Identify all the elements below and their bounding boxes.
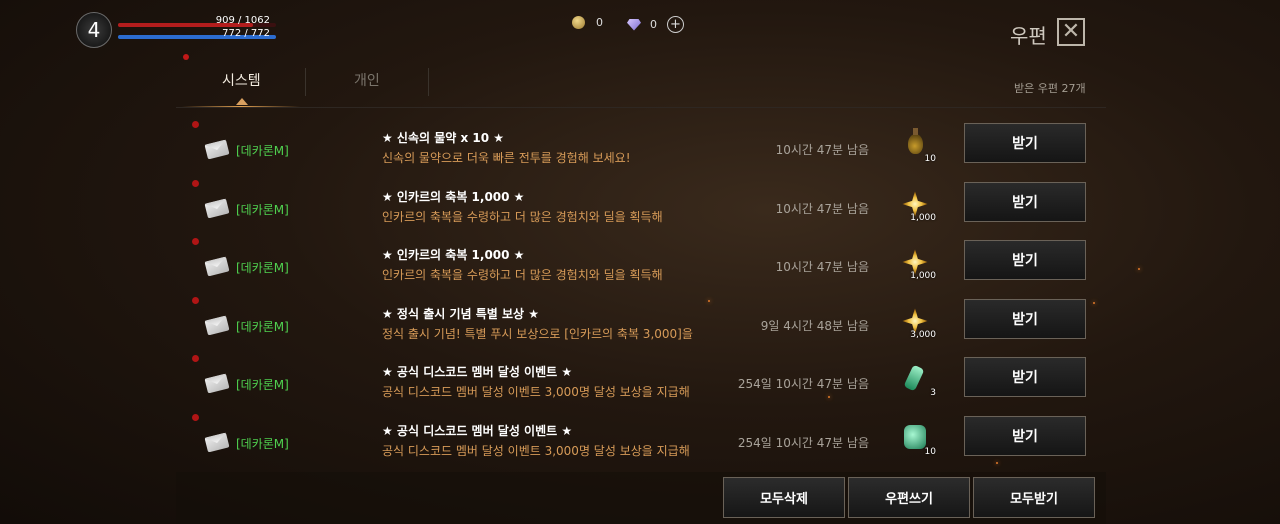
tab-divider (305, 68, 306, 96)
receive-button[interactable]: 받기 (964, 240, 1086, 280)
tab-divider (428, 68, 429, 96)
mail-sender: [데카론M] (236, 261, 289, 275)
envelope-icon (204, 373, 230, 394)
unread-dot (192, 121, 199, 128)
mail-description: 정식 출시 기념! 특별 푸시 보상으로 [인카르의 축복 3,000]을 (382, 327, 693, 341)
mail-expiry: 254일 10시간 47분 남음 (737, 377, 869, 391)
envelope-icon (204, 198, 230, 219)
receive-button[interactable]: 받기 (964, 123, 1086, 163)
gold-amount: 0 (596, 16, 603, 29)
item-quantity: 3,000 (910, 330, 936, 340)
mail-row[interactable]: [데카론M] ★ 공식 디스코드 멤버 달성 이벤트 ★ 공식 디스코드 멤버 … (186, 411, 1106, 467)
reward-item[interactable]: 10 (898, 128, 936, 164)
add-diamond-button[interactable]: + (667, 16, 684, 33)
unread-dot (192, 297, 199, 304)
active-tab-marker (236, 98, 248, 105)
mail-count: 받은 우편 27개 (1014, 82, 1086, 95)
diamond-currency: 0 + (627, 16, 684, 33)
header-divider (176, 107, 1106, 108)
delete-all-button[interactable]: 모두삭제 (723, 477, 845, 518)
page-title: 우편 (1010, 24, 1047, 48)
mail-subject: ★ 정식 출시 기념 특별 보상 ★ (382, 307, 539, 321)
mail-sender: [데카론M] (236, 203, 289, 217)
unread-dot (192, 238, 199, 245)
reward-item[interactable]: 1,000 (898, 187, 936, 223)
receive-button[interactable]: 받기 (964, 357, 1086, 397)
receive-button[interactable]: 받기 (964, 416, 1086, 456)
mail-expiry: 254일 10시간 47분 남음 (737, 436, 869, 450)
item-quantity: 10 (924, 154, 936, 164)
mail-row[interactable]: [데카론M] ★ 공식 디스코드 멤버 달성 이벤트 ★ 공식 디스코드 멤버 … (186, 352, 1106, 408)
diamond-icon (627, 18, 641, 31)
receive-button[interactable]: 받기 (964, 182, 1086, 222)
item-quantity: 1,000 (910, 213, 936, 223)
unread-dot (192, 355, 199, 362)
mail-expiry: 10시간 47분 남음 (775, 202, 869, 216)
envelope-icon (204, 139, 230, 160)
hp-text: 909 / 1062 (215, 15, 270, 26)
mail-description: 인카르의 축복을 수령하고 더 많은 경험치와 딜을 획득해 (382, 268, 663, 282)
ember-particle (1138, 268, 1140, 270)
item-quantity: 1,000 (910, 271, 936, 281)
mail-description: 신속의 물약으로 더욱 빠른 전투를 경험해 보세요! (382, 151, 631, 165)
potion-icon (908, 128, 923, 154)
mail-sender: [데카론M] (236, 320, 289, 334)
item-quantity: 10 (924, 447, 936, 457)
mail-subject: ★ 공식 디스코드 멤버 달성 이벤트 ★ (382, 424, 573, 438)
close-button[interactable]: ✕ (1057, 18, 1085, 46)
tab-personal[interactable]: 개인 (354, 70, 380, 90)
vial-icon (903, 364, 925, 392)
mail-subject: ★ 공식 디스코드 멤버 달성 이벤트 ★ (382, 365, 573, 379)
mail-subject: ★ 인카르의 축복 1,000 ★ (382, 248, 525, 262)
receive-button[interactable]: 받기 (964, 299, 1086, 339)
mail-row[interactable]: [데카론M] ★ 신속의 물약 x 10 ★ 신속의 물약으로 더욱 빠른 전투… (186, 118, 1106, 174)
mail-row[interactable]: [데카론M] ★ 인카르의 축복 1,000 ★ 인카르의 축복을 수령하고 더… (186, 177, 1106, 233)
mail-subject: ★ 신속의 물약 x 10 ★ (382, 131, 505, 145)
mail-sender: [데카론M] (236, 378, 289, 392)
gold-currency: 0 (572, 16, 603, 29)
reward-item[interactable]: 3,000 (898, 304, 936, 340)
tab-system[interactable]: 시스템 (222, 70, 261, 90)
jar-icon (904, 425, 926, 449)
receive-all-button[interactable]: 모두받기 (973, 477, 1095, 518)
mail-description: 공식 디스코드 멤버 달성 이벤트 3,000명 달성 보상을 지급해 (382, 444, 690, 458)
mail-expiry: 9일 4시간 48분 남음 (760, 319, 869, 333)
gold-coin-icon (572, 16, 585, 29)
mail-description: 공식 디스코드 멤버 달성 이벤트 3,000명 달성 보상을 지급해 (382, 385, 690, 399)
mail-sender: [데카론M] (236, 144, 289, 158)
player-level: 4 (87, 18, 101, 42)
mail-row[interactable]: [데카론M] ★ 인카르의 축복 1,000 ★ 인카르의 축복을 수령하고 더… (186, 235, 1106, 291)
player-level-badge: 4 (76, 12, 112, 48)
envelope-icon (204, 315, 230, 336)
mail-expiry: 10시간 47분 남음 (775, 260, 869, 274)
write-mail-button[interactable]: 우편쓰기 (848, 477, 970, 518)
reward-item[interactable]: 1,000 (898, 245, 936, 281)
close-icon: ✕ (1061, 19, 1081, 44)
notification-dot (183, 54, 189, 60)
mail-sender: [데카론M] (236, 437, 289, 451)
mail-subject: ★ 인카르의 축복 1,000 ★ (382, 190, 525, 204)
mail-row[interactable]: [데카론M] ★ 정식 출시 기념 특별 보상 ★ 정식 출시 기념! 특별 푸… (186, 294, 1106, 350)
unread-dot (192, 180, 199, 187)
reward-item[interactable]: 3 (898, 362, 936, 398)
diamond-amount: 0 (650, 18, 657, 31)
mp-text: 772 / 772 (222, 28, 270, 39)
mail-expiry: 10시간 47분 남음 (775, 143, 869, 157)
mail-description: 인카르의 축복을 수령하고 더 많은 경험치와 딜을 획득해 (382, 210, 663, 224)
envelope-icon (204, 256, 230, 277)
envelope-icon (204, 432, 230, 453)
reward-item[interactable]: 10 (898, 421, 936, 457)
unread-dot (192, 414, 199, 421)
item-quantity: 3 (930, 388, 936, 398)
